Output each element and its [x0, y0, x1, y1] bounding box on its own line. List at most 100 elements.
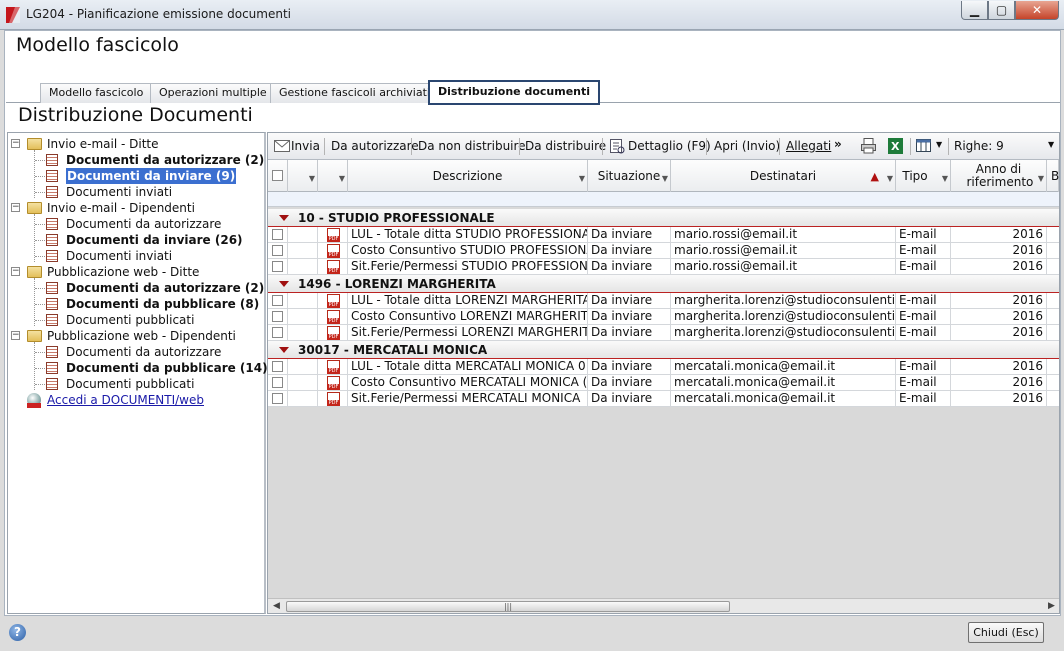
column-header-destinatari[interactable]: Destinatari ▲ ▼ [671, 160, 896, 192]
group-row[interactable]: 30017 - MERCATALI MONICA [268, 341, 1059, 359]
table-row[interactable]: PDF Costo Consuntivo LORENZI MARGHERITA Da… [268, 309, 1059, 325]
tree-collapse-icon[interactable]: − [11, 331, 20, 340]
column-header-icon[interactable]: ▼ [318, 160, 348, 192]
row-flag-cell [288, 325, 318, 341]
tree-item[interactable]: Documenti da autorizzare [66, 344, 221, 360]
pdf-icon: PDF [327, 376, 340, 390]
toolbar-separator [779, 138, 780, 155]
dettaglio-button[interactable]: Dettaglio (F9) [628, 139, 711, 153]
tree-item[interactable]: Documenti da autorizzare [66, 216, 221, 232]
columns-config-icon[interactable] [916, 139, 934, 153]
chiudi-button[interactable]: Chiudi (Esc) [968, 622, 1044, 643]
tree-item[interactable]: Documenti da pubblicare (8) [66, 296, 259, 312]
column-header-extra[interactable]: B [1047, 160, 1059, 192]
tab-operazioni-multiple[interactable]: Operazioni multiple [150, 83, 276, 103]
group-row[interactable]: 10 - STUDIO PROFESSIONALE [268, 209, 1059, 227]
minimize-button[interactable]: ▁ [961, 1, 988, 20]
da-distribuire-button[interactable]: Da distribuire [525, 139, 606, 153]
filter-row[interactable] [268, 192, 1059, 207]
table-row[interactable]: PDF LUL - Totale ditta STUDIO PROFESSIONA… [268, 227, 1059, 243]
print-icon[interactable] [861, 138, 876, 154]
chevron-down-icon[interactable]: ▼ [887, 172, 893, 185]
excel-icon[interactable]: X [888, 138, 903, 154]
more-icon[interactable]: » [834, 137, 842, 151]
scrollbar-thumb[interactable]: ||| [286, 601, 730, 612]
tree-folder[interactable]: Pubblicazione web - Dipendenti [47, 328, 236, 344]
invia-button[interactable]: Invia [291, 139, 320, 153]
table-row[interactable]: PDF Sit.Ferie/Permessi STUDIO PROFESSIONA… [268, 259, 1059, 275]
tree-link[interactable]: Accedi a DOCUMENTI/web [47, 392, 204, 408]
row-checkbox[interactable] [272, 261, 283, 272]
table-row[interactable]: PDF Costo Consuntivo STUDIO PROFESSIONALE… [268, 243, 1059, 259]
tree-collapse-icon[interactable]: − [11, 203, 20, 212]
column-header-situazione[interactable]: Situazione ▼ [588, 160, 671, 192]
expand-triangle-icon[interactable] [279, 347, 289, 353]
tree-item[interactable]: Documenti da inviare (26) [66, 232, 243, 248]
column-header-descrizione[interactable]: Descrizione ▼ [348, 160, 588, 192]
row-checkbox[interactable] [272, 393, 283, 404]
pdf-icon: PDF [327, 260, 340, 274]
tab-distribuzione-documenti[interactable]: Distribuzione documenti [428, 80, 601, 105]
chevron-down-icon[interactable]: ▼ [1038, 172, 1044, 185]
apri-button[interactable]: Apri (Invio) [714, 139, 780, 153]
chevron-down-icon[interactable]: ▼ [662, 172, 668, 185]
tree-collapse-icon[interactable]: − [11, 139, 20, 148]
chevron-down-icon[interactable]: ▼ [309, 172, 315, 185]
tab-gestione-fascicoli[interactable]: Gestione fascicoli archiviati [270, 83, 439, 103]
expand-triangle-icon[interactable] [279, 281, 289, 287]
tree-item[interactable]: Documenti da inviare (9) [64, 167, 238, 185]
expand-triangle-icon[interactable] [279, 215, 289, 221]
column-header-label: Situazione [597, 168, 661, 183]
allegati-button[interactable]: Allegati [786, 139, 831, 153]
tree-collapse-icon[interactable]: − [11, 267, 20, 276]
row-checkbox[interactable] [272, 311, 283, 322]
table-row[interactable]: PDF LUL - Totale ditta LORENZI MARGHERITA… [268, 293, 1059, 309]
help-icon[interactable]: ? [9, 624, 26, 641]
tree-connector [35, 256, 45, 257]
tree-folder[interactable]: Invio e-mail - Ditte [47, 136, 159, 152]
scroll-right-icon[interactable]: ▶ [1048, 601, 1055, 611]
column-header-anno[interactable]: Anno di riferimento ▼ [951, 160, 1047, 192]
row-checkbox[interactable] [272, 229, 283, 240]
table-row[interactable]: PDF Sit.Ferie/Permessi LORENZI MARGHERITA… [268, 325, 1059, 341]
group-row[interactable]: 1496 - LORENZI MARGHERITA [268, 275, 1059, 293]
row-flag-cell [288, 293, 318, 309]
cell-anno: 2016 [951, 375, 1047, 391]
column-header-tipo[interactable]: Tipo ▼ [896, 160, 951, 192]
tree-item[interactable]: Documenti pubblicati [66, 376, 194, 392]
righe-dropdown-icon[interactable]: ▼ [1048, 140, 1054, 149]
chevron-down-icon[interactable]: ▼ [936, 140, 942, 149]
da-autorizzare-button[interactable]: Da autorizzare [331, 139, 419, 153]
table-row[interactable]: PDF Sit.Ferie/Permessi MERCATALI MONICA Da… [268, 391, 1059, 407]
chevron-down-icon[interactable]: ▼ [579, 172, 585, 185]
da-non-distribuire-button[interactable]: Da non distribuire [418, 139, 526, 153]
tree-item[interactable]: Documenti da autorizzare (2) [66, 280, 264, 296]
close-window-button[interactable]: ✕ [1015, 1, 1059, 20]
cell-descrizione: LUL - Totale ditta LORENZI MARGHERITA [348, 293, 588, 309]
table-row[interactable]: PDF Costo Consuntivo MERCATALI MONICA (Da… [268, 375, 1059, 391]
chevron-down-icon[interactable]: ▼ [942, 172, 948, 185]
select-all-checkbox[interactable] [272, 170, 283, 181]
horizontal-scrollbar[interactable]: ◀ ||| ▶ [268, 598, 1059, 613]
row-checkbox[interactable] [272, 295, 283, 306]
tree-folder[interactable]: Invio e-mail - Dipendenti [47, 200, 195, 216]
tree-item[interactable]: Documenti inviati [66, 248, 172, 264]
row-checkbox[interactable] [272, 327, 283, 338]
tree-item[interactable]: Documenti inviati [66, 184, 172, 200]
tree-item[interactable]: Documenti da autorizzare (2) [66, 152, 264, 168]
toolbar-separator [910, 138, 911, 155]
chevron-down-icon[interactable]: ▼ [339, 172, 345, 185]
column-header-flag[interactable]: ▼ [288, 160, 318, 192]
tree-item[interactable]: Documenti pubblicati [66, 312, 194, 328]
tab-modello-fascicolo[interactable]: Modello fascicolo [40, 83, 153, 103]
row-checkbox[interactable] [272, 245, 283, 256]
row-checkbox[interactable] [272, 377, 283, 388]
maximize-button[interactable]: ▢ [988, 1, 1015, 20]
table-row[interactable]: PDF LUL - Totale ditta MERCATALI MONICA 0… [268, 359, 1059, 375]
envelope-icon [274, 140, 290, 152]
select-all-header[interactable] [268, 160, 288, 192]
scroll-left-icon[interactable]: ◀ [273, 601, 280, 611]
row-checkbox[interactable] [272, 361, 283, 372]
tree-folder[interactable]: Pubblicazione web - Ditte [47, 264, 199, 280]
tree-item[interactable]: Documenti da pubblicare (14) [66, 360, 268, 376]
